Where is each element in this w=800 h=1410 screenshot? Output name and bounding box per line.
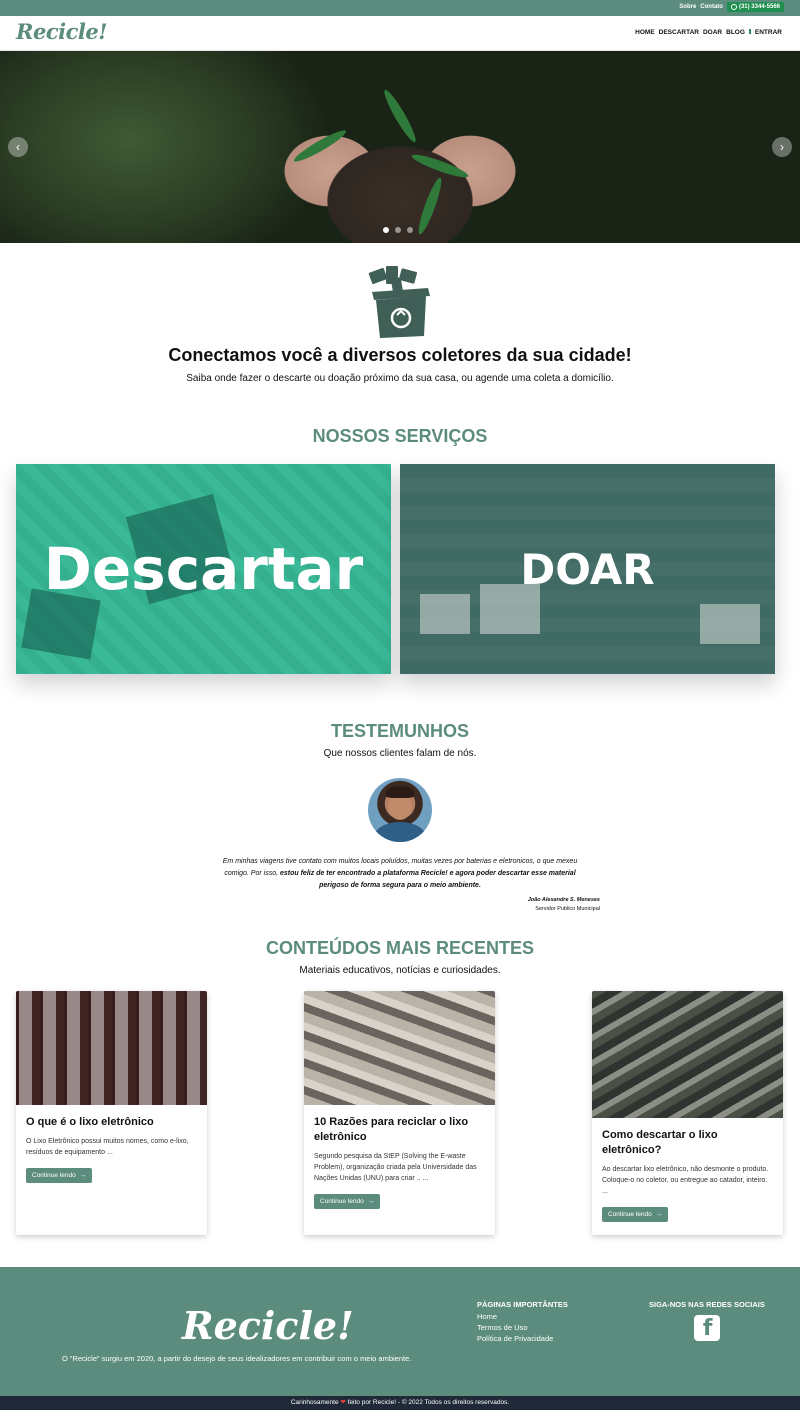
copyright-start: Carinhosamente [290, 1399, 339, 1406]
footer: Recicle! O “Recicle” surgiu em 2020, a p… [0, 1267, 800, 1396]
recycle-bin-icon [368, 266, 430, 338]
arrow-right-icon: → [79, 1172, 87, 1179]
computers-image [304, 991, 495, 1105]
blog-card[interactable]: 10 Razões para reciclar o lixo eletrônic… [304, 991, 495, 1235]
leaf-decoration [380, 87, 420, 145]
leaf-decoration [415, 176, 445, 236]
phone-button[interactable]: (31) 3344-5566 [726, 2, 784, 12]
footer-link-terms[interactable]: Termos de Uso [477, 1322, 568, 1333]
nav-descartar[interactable]: DESCARTAR [659, 29, 699, 36]
top-links: Sobre Contato (31) 3344-5566 [679, 2, 784, 12]
footer-about: O “Recicle” surgiu em 2020, a partir do … [62, 1354, 412, 1363]
nav-doar[interactable]: DOAR [703, 29, 722, 36]
blog-card[interactable]: Como descartar o lixo eletrônico? Ao des… [592, 991, 783, 1235]
footer-link-privacy[interactable]: Política de Privacidade [477, 1333, 568, 1344]
phones-image [16, 991, 207, 1105]
footer-link-home[interactable]: Home [477, 1311, 568, 1322]
chevron-right-icon[interactable]: › [772, 137, 792, 157]
donate-label: DOAR [520, 544, 655, 594]
nav-home[interactable]: HOME [635, 29, 655, 36]
continue-reading-button[interactable]: Continue lendo → [26, 1168, 93, 1183]
arrow-right-icon: → [367, 1198, 375, 1205]
blog-card[interactable]: O que é o lixo eletrônico O Lixo Eletrôn… [16, 991, 207, 1235]
footer-social-title: SIGA-NOS NAS REDES SOCIAIS [649, 1300, 765, 1309]
card-text: Ao descartar lixo eletrônico, não desmon… [602, 1166, 769, 1195]
testimonial-quote: Em minhas viagens tive contato com muito… [210, 856, 590, 892]
nav-entrar-label: ENTRAR [754, 29, 782, 36]
sign-in-icon [748, 29, 754, 34]
copyright-bar: Carinhosamente ❤ feito por Recicle! - © … [0, 1396, 800, 1410]
testimonials-subtitle: Que nossos clientes falam de nós. [323, 748, 477, 759]
avatar-hair [386, 786, 414, 798]
footer-pages: PÁGINAS IMPORTÂNTES Home Termos de Uso P… [477, 1300, 568, 1344]
leaf-decoration [410, 151, 470, 181]
button-label: Continue lendo [608, 1211, 652, 1218]
nav-blog[interactable]: BLOG [726, 29, 745, 36]
avatar [368, 778, 432, 842]
continue-reading-button[interactable]: Continue lendo → [314, 1194, 381, 1209]
continue-reading-button[interactable]: Continue lendo → [602, 1207, 669, 1222]
connect-title: Conectamos você a diversos coletores da … [168, 345, 632, 365]
top-bar: Sobre Contato (31) 3344-5566 [0, 0, 800, 16]
author-name: João Alexandre S. Meneses [527, 897, 600, 903]
card-title: Como descartar o lixo eletrônico? [602, 1129, 718, 1156]
heart-icon: ❤ [340, 1399, 346, 1406]
testimonial-author: João Alexandre S. Meneses Servidor Publi… [528, 896, 600, 914]
content-title: CONTEÚDOS MAIS RECENTES [265, 938, 535, 958]
card-text: Segundo pesquisa da StEP (Solving the E-… [314, 1153, 477, 1182]
donate-service-card[interactable]: DOAR [400, 464, 775, 674]
e-waste-dump-image [592, 991, 783, 1118]
author-role: Servidor Publico Municipal [535, 906, 600, 912]
testimonials-title: TESTEMUNHOS [330, 721, 469, 741]
logo[interactable]: Recicle! [16, 19, 107, 44]
copyright-end: feito por Recicle! - © 2022 Todos os dir… [347, 1399, 510, 1406]
card-text: O Lixo Eletrônico possui muitos nomes, c… [26, 1138, 189, 1156]
nav-links: HOME DESCARTAR DOAR BLOG ENTRAR [635, 29, 782, 36]
whatsapp-icon [730, 4, 737, 10]
facebook-icon[interactable] [693, 1315, 720, 1341]
leaf-decoration [291, 126, 349, 166]
card-title: 10 Razões para reciclar o lixo eletrônic… [314, 1116, 469, 1143]
carousel-dot[interactable] [407, 227, 413, 233]
button-label: Continue lendo [320, 1198, 364, 1205]
arrow-right-icon: → [655, 1211, 663, 1218]
nav-entrar[interactable]: ENTRAR [748, 29, 782, 36]
about-link[interactable]: Sobre [679, 4, 696, 10]
footer-pages-title: PÁGINAS IMPORTÂNTES [477, 1300, 568, 1309]
carousel-indicators [383, 227, 413, 233]
footer-logo: Recicle! [182, 1303, 354, 1348]
discard-label: Descartar [43, 535, 364, 603]
button-label: Continue lendo [32, 1172, 76, 1179]
chevron-left-icon[interactable]: ‹ [8, 137, 28, 157]
carousel-dot[interactable] [395, 227, 401, 233]
services-title: NOSSOS SERVIÇOS [312, 426, 488, 446]
quote-highlight: estou feliz de ter encontrado a platafor… [279, 870, 576, 889]
carousel-dot[interactable] [383, 227, 389, 233]
navbar: Recicle! HOME DESCARTAR DOAR BLOG ENTRAR [0, 16, 800, 51]
card-title: O que é o lixo eletrônico [26, 1116, 154, 1128]
avatar-shirt [374, 822, 426, 842]
content-subtitle: Materiais educativos, notícias e curiosi… [299, 965, 501, 976]
phone-number: (31) 3344-5566 [738, 4, 780, 10]
hero-carousel: ‹ › [0, 51, 800, 243]
footer-social: SIGA-NOS NAS REDES SOCIAIS [649, 1300, 765, 1346]
connect-subtitle: Saiba onde fazer o descarte ou doação pr… [186, 373, 614, 384]
discard-service-card[interactable]: Descartar [16, 464, 391, 674]
contact-link[interactable]: Contato [700, 4, 723, 10]
